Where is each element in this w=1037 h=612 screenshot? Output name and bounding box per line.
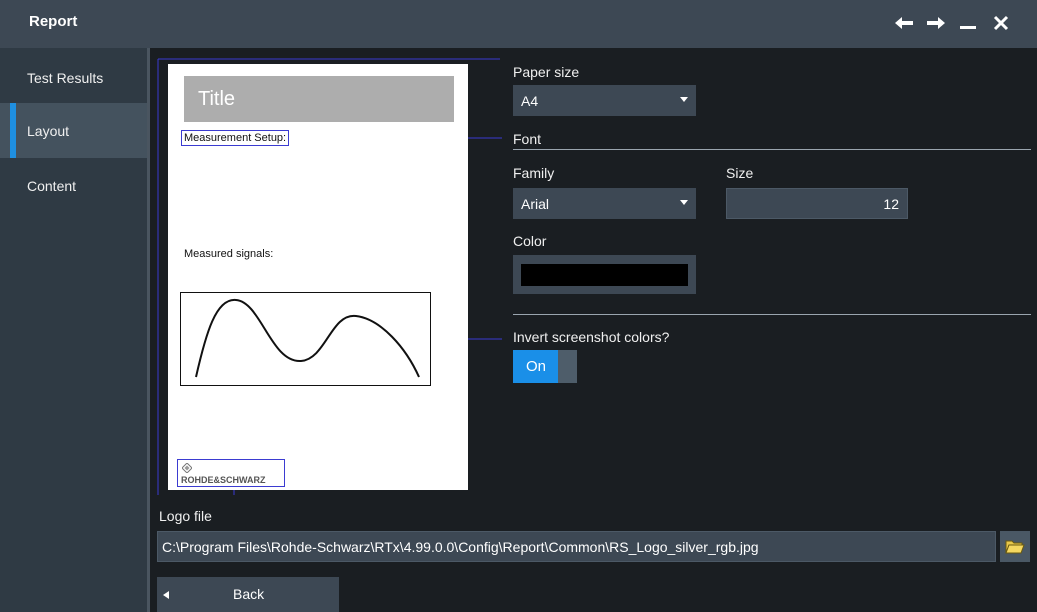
- font-family-value: Arial: [521, 195, 550, 212]
- back-button-label: Back: [233, 586, 265, 602]
- browse-folder-button[interactable]: [1000, 531, 1030, 562]
- logo-file-label: Logo file: [159, 508, 212, 524]
- font-section-divider: [513, 149, 1031, 150]
- preview-logo: ROHDE&SCHWARZ: [177, 459, 285, 487]
- logo-file-path-input[interactable]: C:\Program Files\Rohde-Schwarz\RTx\4.99.…: [157, 531, 996, 562]
- paper-size-dropdown[interactable]: A4: [513, 85, 696, 116]
- font-family-dropdown[interactable]: Arial: [513, 188, 696, 219]
- toggle-on-state: On: [513, 350, 558, 383]
- preview-signal-plot: [180, 292, 431, 386]
- preview-title: Title: [184, 76, 454, 122]
- paper-size-value: A4: [521, 92, 539, 109]
- font-color-label: Color: [513, 233, 547, 249]
- font-section-title: Font: [513, 131, 542, 147]
- invert-colors-toggle[interactable]: On: [513, 350, 577, 383]
- font-size-input[interactable]: 12: [726, 188, 908, 219]
- signal-wave-icon: [195, 298, 420, 378]
- font-color-picker[interactable]: [513, 255, 696, 294]
- report-page-preview: Title Measurement Setup: Measured signal…: [168, 64, 468, 490]
- font-size-label: Size: [726, 165, 754, 181]
- font-family-label: Family: [513, 165, 555, 181]
- font-size-value: 12: [883, 195, 899, 212]
- rs-logo-icon: [182, 463, 192, 473]
- color-swatch: [521, 264, 688, 286]
- chevron-down-icon: [680, 97, 688, 102]
- caret-left-icon: [163, 591, 169, 599]
- section-divider: [513, 314, 1031, 315]
- chevron-down-icon: [680, 200, 688, 205]
- invert-colors-label: Invert screenshot colors?: [513, 329, 670, 345]
- folder-open-icon: [1005, 540, 1025, 553]
- logo-file-path: C:\Program Files\Rohde-Schwarz\RTx\4.99.…: [162, 538, 759, 555]
- paper-size-label: Paper size: [513, 64, 580, 80]
- back-button[interactable]: Back: [157, 577, 339, 612]
- preview-measured-signals: Measured signals:: [184, 248, 274, 260]
- logo-text: ROHDE&SCHWARZ: [181, 475, 266, 485]
- preview-measurement-setup: Measurement Setup:: [181, 130, 289, 146]
